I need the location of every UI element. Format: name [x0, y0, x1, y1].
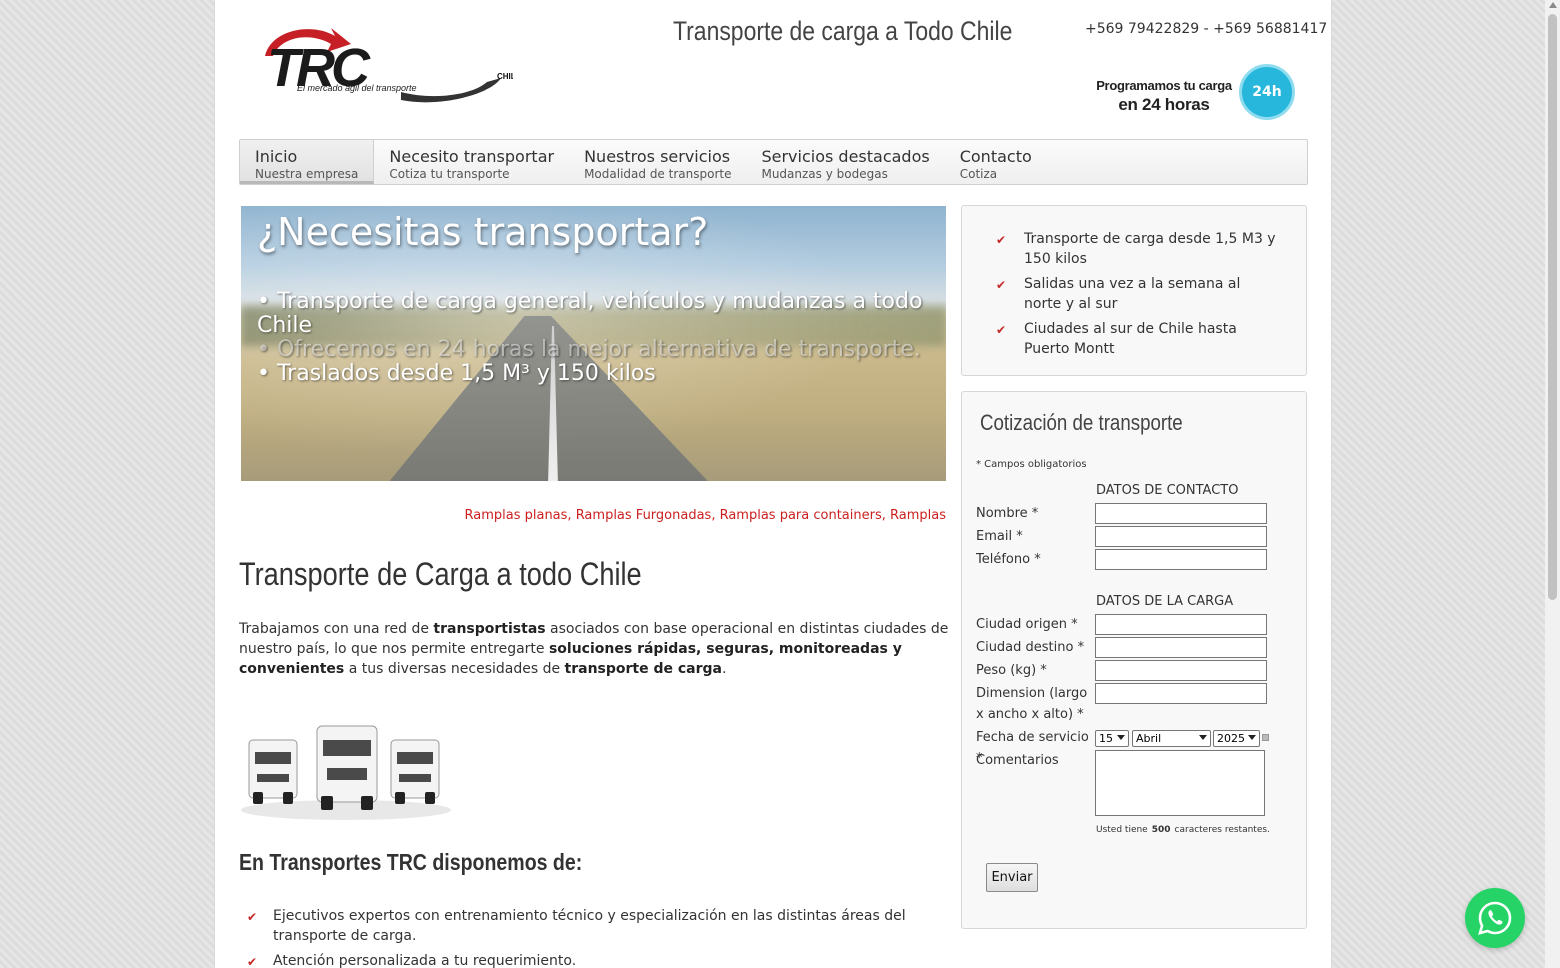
dimension-input[interactable] — [1095, 683, 1267, 704]
highlight-item: ✔ Ciudades al sur de Chile hasta Puerto M… — [996, 321, 1237, 357]
highlights-box: ✔ Transporte de carga desde 1,5 M3 y 150 … — [961, 205, 1307, 376]
whatsapp-icon — [1478, 901, 1512, 935]
promo-line2: en 24 horas — [1118, 95, 1210, 114]
nombre-label: Nombre * — [976, 506, 1039, 521]
main-nav: Inicio Nuestra empresa Necesito transpor… — [239, 139, 1308, 185]
check-icon: ✔ — [996, 233, 1007, 247]
page-heading: Transporte de Carga a todo Chile — [239, 556, 642, 592]
svg-text:CHILE: CHILE — [497, 72, 513, 81]
tag-link-ramplas-containers[interactable]: Ramplas para containers — [720, 508, 882, 523]
hero-title: ¿Necesitas transportar? — [257, 210, 709, 254]
required-note: * Campos obligatorios — [976, 459, 1087, 470]
features-list: ✔ Ejecutivos expertos con entrenamiento t… — [239, 906, 951, 968]
highlight-item: ✔ Salidas una vez a la semana al norte y … — [996, 276, 1241, 312]
trucks-icon — [241, 725, 451, 820]
intro-paragraph: Trabajamos con una red de transportistas… — [239, 621, 949, 677]
scrollbar-thumb[interactable] — [1548, 14, 1557, 600]
check-icon: ✔ — [996, 278, 1007, 292]
promo-line1: Programamos tu carga — [1096, 78, 1232, 93]
check-icon: ✔ — [247, 955, 258, 968]
enviar-button[interactable]: Enviar — [986, 863, 1038, 892]
check-icon: ✔ — [247, 910, 258, 924]
scrollbar[interactable] — [1545, 0, 1560, 968]
features-heading: En Transportes TRC disponemos de: — [239, 849, 583, 875]
nombre-input[interactable] — [1095, 503, 1267, 524]
page-container: TRC CHILE El mercado ágil del transporte… — [214, 0, 1332, 968]
section-contact: DATOS DE CONTACTO — [1096, 483, 1239, 498]
destino-input[interactable] — [1095, 637, 1267, 658]
promo-24h: Programamos tu carga en 24 horas 24h — [1085, 62, 1301, 120]
day-select[interactable]: 15 — [1095, 730, 1129, 747]
peso-label: Peso (kg) * — [976, 663, 1047, 678]
form-title: Cotización de transporte — [980, 410, 1183, 435]
year-select[interactable]: 2025 — [1213, 730, 1260, 747]
clock-24h-icon: 24h — [1239, 64, 1295, 120]
trucks-image — [239, 712, 454, 822]
origen-input[interactable] — [1095, 614, 1267, 635]
telefono-label: Teléfono * — [976, 552, 1041, 567]
contact-phones: +569 79422829 - +569 56881417 — [1085, 21, 1328, 37]
list-item: ✔ Ejecutivos expertos con entrenamiento t… — [247, 908, 906, 944]
hero-line-3: • Traslados desde 1,5 M³ y 150 kilos — [257, 361, 656, 386]
month-select[interactable]: Abril — [1132, 730, 1211, 747]
char-counter: Usted tiene 500 caracteres restantes. — [1096, 825, 1270, 835]
quote-form: Cotización de transporte * Campos obliga… — [961, 391, 1307, 929]
trc-logo-icon: TRC CHILE El mercado ágil del transporte — [265, 28, 522, 103]
hero-line-1: • Transporte de carga general, vehículos… — [257, 289, 923, 338]
hero-slider[interactable]: ¿Necesitas transportar? • Transporte de … — [241, 206, 946, 481]
tag-link-ramplas[interactable]: Ramplas — [890, 508, 946, 523]
whatsapp-button[interactable] — [1465, 888, 1525, 948]
nav-item-necesito-transportar[interactable]: Necesito transportar Cotiza tu transport… — [374, 140, 569, 184]
scroll-up-arrow-icon[interactable] — [1549, 2, 1557, 8]
peso-input[interactable] — [1095, 660, 1267, 681]
highlight-item: ✔ Transporte de carga desde 1,5 M3 y 150 … — [996, 231, 1276, 267]
email-input[interactable] — [1095, 526, 1267, 547]
telefono-input[interactable] — [1095, 549, 1267, 570]
site-logo[interactable]: TRC CHILE El mercado ágil del transporte — [251, 22, 522, 106]
dimension-label: Dimension (largo x ancho x alto) * — [976, 686, 1088, 722]
comentarios-label: Comentarios — [976, 753, 1059, 768]
comentarios-textarea[interactable] — [1095, 750, 1265, 816]
tag-links: Ramplas planas, Ramplas Furgonadas, Ramp… — [464, 508, 947, 523]
hero-list: • Transporte de carga general, vehículos… — [257, 290, 937, 386]
email-label: Email * — [976, 529, 1023, 544]
check-icon: ✔ — [996, 323, 1007, 337]
hero-line-2: • Ofrecemos en 24 horas la mejor alterna… — [257, 337, 921, 362]
destino-label: Ciudad destino * — [976, 640, 1085, 655]
nav-item-servicios-destacados[interactable]: Servicios destacados Mudanzas y bodegas — [746, 140, 944, 184]
section-cargo: DATOS DE LA CARGA — [1096, 594, 1234, 609]
nav-item-inicio[interactable]: Inicio Nuestra empresa — [240, 140, 375, 184]
origen-label: Ciudad origen * — [976, 617, 1078, 632]
svg-text:El mercado ágil del transporte: El mercado ágil del transporte — [297, 83, 417, 93]
nav-item-contacto[interactable]: Contacto Cotiza — [945, 140, 1047, 184]
tag-link-ramplas-furgonadas[interactable]: Ramplas Furgonadas — [576, 508, 712, 523]
site-tagline: Transporte de carga a Todo Chile — [673, 16, 1013, 46]
calendar-icon[interactable] — [1262, 734, 1269, 741]
tag-link-ramplas-planas[interactable]: Ramplas planas — [465, 508, 568, 523]
list-item: ✔ Atención personalizada a tu requerimien… — [239, 951, 951, 968]
nav-item-nuestros-servicios[interactable]: Nuestros servicios Modalidad de transpor… — [569, 140, 746, 184]
